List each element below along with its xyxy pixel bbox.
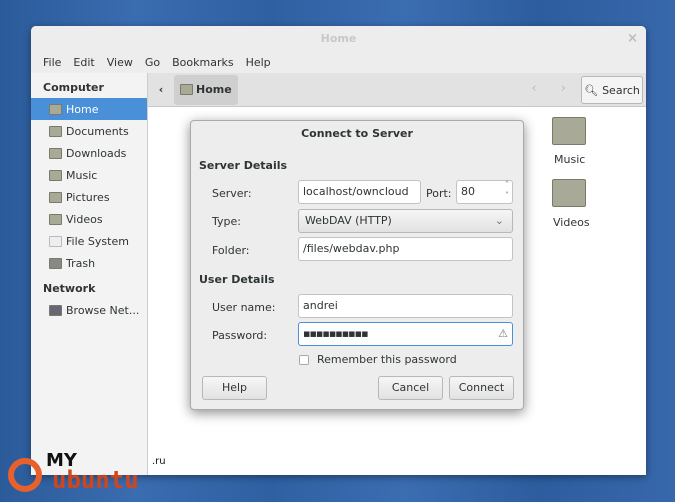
sidebar-item-label: Home xyxy=(66,102,99,116)
type-select[interactable]: WebDAV (HTTP) ⌄ xyxy=(298,209,513,233)
search-icon: 🔍︎ xyxy=(584,83,599,97)
port-value: 80 xyxy=(461,185,475,198)
password-input[interactable]: ▪▪▪▪▪▪▪▪▪▪ ⚠ xyxy=(298,322,513,346)
sidebar-heading-network: Network xyxy=(43,282,96,295)
watermark-ubuntu: ubuntu xyxy=(52,466,139,494)
menu-help[interactable]: Help xyxy=(240,56,277,69)
music-folder-icon[interactable] xyxy=(552,117,586,145)
connect-to-server-dialog: Connect to Server Server Details Server:… xyxy=(190,120,524,410)
server-input[interactable]: localhost/owncloud xyxy=(298,180,421,204)
user-details-heading: User Details xyxy=(199,273,275,286)
ubuntu-logo-icon xyxy=(8,458,42,492)
password-label: Password: xyxy=(212,329,268,342)
spin-arrows-icon[interactable]: ˄ ˅ xyxy=(505,179,509,201)
sidebar-heading-computer: Computer xyxy=(43,81,104,94)
menu-go[interactable]: Go xyxy=(139,56,166,69)
sidebar-item-label: Videos xyxy=(66,212,103,226)
folder-label: Folder: xyxy=(212,244,250,257)
videos-folder-icon[interactable] xyxy=(552,179,586,207)
sidebar-item-pictures[interactable]: Pictures xyxy=(31,186,147,208)
folder-icon xyxy=(49,147,62,159)
password-value: ▪▪▪▪▪▪▪▪▪▪ xyxy=(303,327,369,340)
connect-button[interactable]: Connect xyxy=(449,376,514,400)
title-bar: Home × xyxy=(31,26,646,51)
server-label: Server: xyxy=(212,187,252,200)
search-button[interactable]: 🔍︎ Search xyxy=(581,76,643,104)
sidebar-item-trash[interactable]: Trash xyxy=(31,252,147,274)
home-folder-icon xyxy=(49,103,62,115)
folder-label[interactable]: Music xyxy=(554,153,585,166)
sidebar-item-browse-network[interactable]: Browse Net... xyxy=(31,299,147,321)
sidebar-item-documents[interactable]: Documents xyxy=(31,120,147,142)
menu-bar: File Edit View Go Bookmarks Help xyxy=(31,51,646,73)
folder-icon xyxy=(49,169,62,181)
home-folder-icon xyxy=(180,84,193,95)
dialog-title: Connect to Server xyxy=(301,127,413,140)
username-input[interactable]: andrei xyxy=(298,294,513,318)
drive-icon xyxy=(49,235,62,247)
sidebar-item-label: Trash xyxy=(66,256,96,270)
menu-edit[interactable]: Edit xyxy=(67,56,100,69)
server-details-heading: Server Details xyxy=(199,159,288,172)
sidebar-item-videos[interactable]: Videos xyxy=(31,208,147,230)
cancel-button[interactable]: Cancel xyxy=(378,376,443,400)
type-label: Type: xyxy=(212,215,241,228)
folder-icon xyxy=(49,213,62,225)
watermark-ru: .ru xyxy=(152,456,166,467)
folder-label[interactable]: Videos xyxy=(553,216,590,229)
sidebar-item-label: Documents xyxy=(66,124,129,138)
remember-password-checkbox[interactable] xyxy=(299,355,309,365)
toolbar: ‹ Home ‹ › 🔍︎ Search xyxy=(148,73,646,107)
folder-icon xyxy=(49,125,62,137)
menu-bookmarks[interactable]: Bookmarks xyxy=(166,56,239,69)
sidebar-item-label: Downloads xyxy=(66,146,127,160)
menu-file[interactable]: File xyxy=(37,56,67,69)
sidebar-item-label: File System xyxy=(66,234,129,248)
port-label: Port: xyxy=(426,187,452,200)
nav-arrows[interactable]: ‹ › xyxy=(531,81,576,96)
network-icon xyxy=(49,304,62,316)
username-label: User name: xyxy=(212,301,276,314)
port-spinner[interactable]: 80 ˄ ˅ xyxy=(456,180,513,204)
folder-input[interactable]: /files/webdav.php xyxy=(298,237,513,261)
sidebar-item-home[interactable]: Home xyxy=(31,98,147,120)
close-icon[interactable]: × xyxy=(627,26,638,51)
sidebar-item-file-system[interactable]: File System xyxy=(31,230,147,252)
breadcrumb-label: Home xyxy=(196,83,232,96)
window-title: Home xyxy=(320,32,357,45)
sidebar-item-downloads[interactable]: Downloads xyxy=(31,142,147,164)
chevron-down-icon: ⌄ xyxy=(494,214,504,227)
remember-password-label[interactable]: Remember this password xyxy=(317,353,457,366)
warning-icon: ⚠ xyxy=(498,327,508,340)
breadcrumb-home[interactable]: Home xyxy=(174,74,238,105)
menu-view[interactable]: View xyxy=(101,56,139,69)
back-button[interactable]: ‹ xyxy=(148,83,174,96)
sidebar: Computer Home Documents Downloads Music … xyxy=(31,73,148,475)
sidebar-item-label: Pictures xyxy=(66,190,110,204)
sidebar-item-label: Music xyxy=(66,168,98,182)
search-label: Search xyxy=(602,83,640,97)
type-value: WebDAV (HTTP) xyxy=(305,214,392,227)
trash-icon xyxy=(49,257,62,269)
sidebar-item-music[interactable]: Music xyxy=(31,164,147,186)
sidebar-item-label: Browse Net... xyxy=(66,303,140,317)
folder-icon xyxy=(49,191,62,203)
help-button[interactable]: Help xyxy=(202,376,267,400)
